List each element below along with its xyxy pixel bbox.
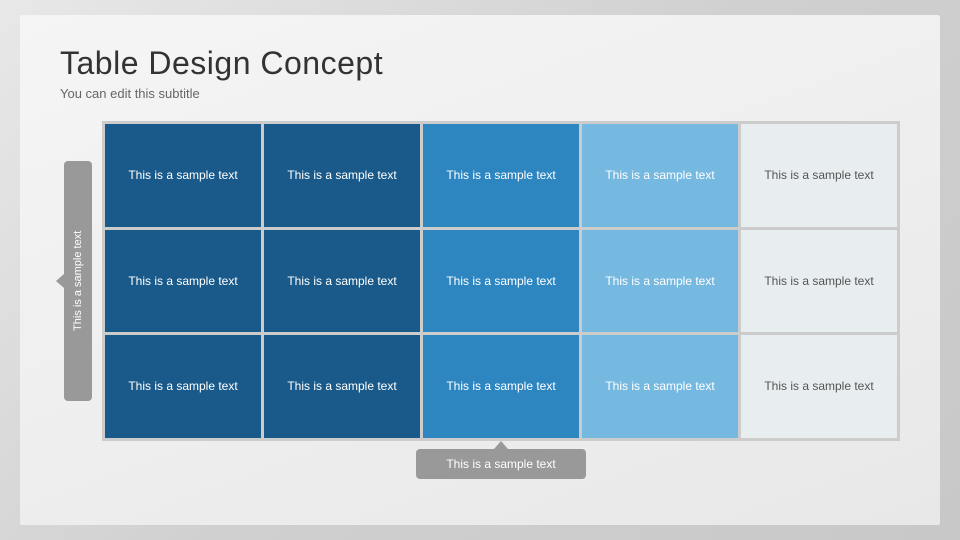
table-cell-12: This is a sample text [423, 335, 579, 438]
table-cell-4: This is a sample text [741, 124, 897, 227]
table-cell-11: This is a sample text [264, 335, 420, 438]
table-cell-8: This is a sample text [582, 230, 738, 333]
table-cell-0: This is a sample text [105, 124, 261, 227]
table-cell-7: This is a sample text [423, 230, 579, 333]
table-grid: This is a sample textThis is a sample te… [102, 121, 900, 441]
bottom-label-wrapper: This is a sample text [102, 449, 900, 479]
table-cell-13: This is a sample text [582, 335, 738, 438]
slide: Table Design Concept You can edit this s… [20, 15, 940, 525]
bottom-label: This is a sample text [416, 449, 585, 479]
table-cell-1: This is a sample text [264, 124, 420, 227]
page-title: Table Design Concept [60, 45, 900, 82]
table-cell-9: This is a sample text [741, 230, 897, 333]
table-cell-10: This is a sample text [105, 335, 261, 438]
table-cell-2: This is a sample text [423, 124, 579, 227]
vertical-label-wrapper: This is a sample text [60, 121, 96, 441]
table-cell-5: This is a sample text [105, 230, 261, 333]
table-cell-14: This is a sample text [741, 335, 897, 438]
table-cell-3: This is a sample text [582, 124, 738, 227]
page-subtitle: You can edit this subtitle [60, 86, 900, 101]
table-cell-6: This is a sample text [264, 230, 420, 333]
vertical-label: This is a sample text [64, 161, 92, 401]
content-area: This is a sample text This is a sample t… [60, 121, 900, 441]
